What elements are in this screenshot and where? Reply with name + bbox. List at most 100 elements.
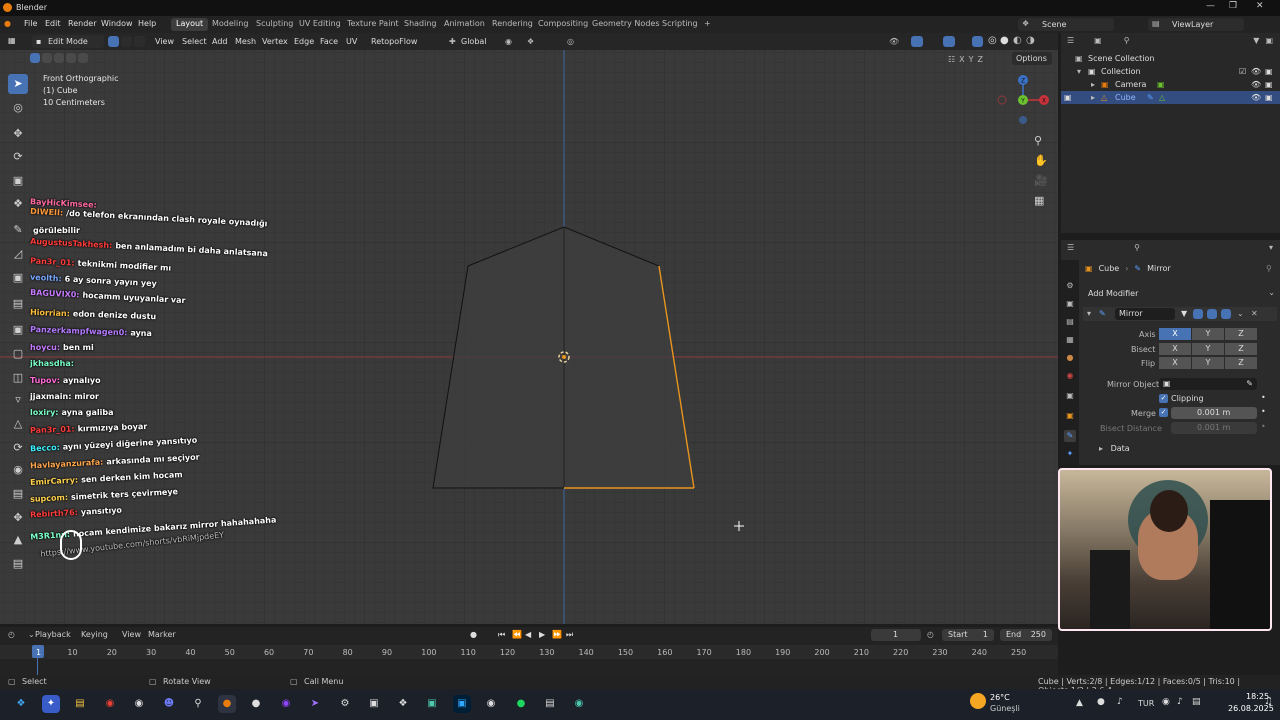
orientation-dropdown[interactable]: Global — [461, 37, 487, 46]
menu-select[interactable]: Select — [182, 37, 207, 46]
edit-cage-icon[interactable]: ▼ — [1181, 309, 1187, 318]
outliner-editor-icon[interactable]: ☰ — [1067, 36, 1074, 45]
options-dropdown[interactable]: Options — [1012, 52, 1052, 65]
blender-menu-icon[interactable]: ● — [4, 19, 11, 28]
edge-slide-tool-icon[interactable]: ▤ — [8, 484, 28, 504]
merge-distance-field[interactable]: 0.001 m — [1171, 407, 1257, 419]
material-shading-icon[interactable]: ◐ — [1013, 35, 1022, 46]
battery-icon[interactable]: ▤ — [1192, 697, 1201, 707]
poly-build-tool-icon[interactable]: △ — [8, 414, 28, 434]
app-icon-7[interactable]: ⚲ — [189, 695, 207, 713]
tab-geometry-nodes[interactable]: Geometry Nodes — [587, 18, 664, 31]
extrude-tool-icon[interactable]: ▤ — [8, 294, 28, 314]
expand-cube-icon[interactable]: ▸ — [1091, 93, 1095, 102]
notion-icon[interactable]: ▣ — [365, 695, 383, 713]
scene-selector[interactable]: ❖ Scene — [1018, 18, 1114, 31]
weather-sun-icon[interactable] — [970, 693, 986, 709]
filter-icon[interactable]: ▼ — [1253, 36, 1259, 45]
scene-tab-icon[interactable]: ● — [1064, 352, 1076, 364]
bisect-x-toggle[interactable]: X — [1159, 343, 1191, 355]
tab-layout[interactable]: Layout — [171, 18, 209, 31]
menu-vertex[interactable]: Vertex — [262, 37, 288, 46]
smooth-tool-icon[interactable]: ◉ — [8, 460, 28, 480]
select-subtract-icon[interactable] — [54, 53, 64, 63]
pivot-icon[interactable]: ◉ — [505, 37, 512, 46]
move-tool-icon[interactable]: ✥ — [8, 124, 28, 144]
tray-app-icon[interactable]: ● — [1097, 697, 1105, 707]
jump-keyframe-forward-icon[interactable]: ⏩ — [552, 630, 562, 639]
bisect-y-toggle[interactable]: Y — [1192, 343, 1224, 355]
proportional-edit-icon[interactable]: ◎ — [567, 37, 574, 46]
annotate-tool-icon[interactable]: ✎ — [8, 220, 28, 240]
ortho-grid-icon[interactable]: ▦ — [1034, 191, 1048, 211]
select-extend-icon[interactable] — [42, 53, 52, 63]
close-icon[interactable]: ✕ — [1256, 1, 1264, 11]
face-select-icon[interactable] — [134, 36, 145, 47]
mirror-object-field[interactable]: ▣ ✎ — [1159, 378, 1257, 390]
tab-scripting[interactable]: Scripting — [657, 18, 703, 31]
chrome-icon[interactable]: ◉ — [101, 695, 119, 713]
pin-icon[interactable]: ⚲ — [1266, 264, 1272, 273]
clipping-checkbox[interactable]: ✓ — [1159, 394, 1168, 403]
menu-file[interactable]: File — [24, 19, 37, 28]
edge-select-icon[interactable] — [121, 36, 132, 47]
tool-tab-icon[interactable]: ⚙ — [1064, 280, 1076, 292]
rotate-tool-icon[interactable]: ⟳ — [8, 147, 28, 167]
object-tab-icon[interactable]: ▣ — [1064, 410, 1076, 422]
mode-selector[interactable]: ▪ Edit Mode — [32, 35, 104, 48]
current-frame-field[interactable]: 1 — [871, 629, 921, 641]
world-tab-icon[interactable]: ◉ — [1064, 370, 1076, 382]
app-icon-20[interactable]: ◉ — [570, 695, 588, 713]
cube-render-icon[interactable]: ▣ — [1265, 93, 1273, 102]
weather-temperature[interactable]: 26°C — [990, 693, 1010, 702]
tray-mic-icon[interactable]: ♪ — [1117, 697, 1123, 707]
bisect-z-toggle[interactable]: Z — [1225, 343, 1257, 355]
menu-view[interactable]: View — [155, 37, 174, 46]
tab-shading[interactable]: Shading — [399, 18, 442, 31]
menu-edge[interactable]: Edge — [294, 37, 314, 46]
zoom-icon[interactable]: ⚲ — [1034, 131, 1048, 151]
rendered-shading-icon[interactable]: ◑ — [1026, 35, 1035, 46]
collection-render-icon[interactable]: ▣ — [1265, 67, 1273, 76]
file-explorer-icon[interactable]: ▤ — [71, 695, 89, 713]
outliner-row-collection[interactable]: ▾ ▣ Collection ☑ 👁 ▣ — [1061, 65, 1280, 78]
flip-y-toggle[interactable]: Y — [1192, 357, 1224, 369]
eyedropper-icon[interactable]: ✎ — [1246, 379, 1253, 388]
view-layer-tab-icon[interactable]: ▦ — [1064, 334, 1076, 346]
modifier-remove-icon[interactable]: ✕ — [1251, 309, 1258, 318]
menu-uv[interactable]: UV — [346, 37, 357, 46]
transform-tool-icon[interactable]: ❖ — [8, 194, 28, 214]
add-workspace-button[interactable]: + — [699, 18, 716, 31]
xray-toggle-icon[interactable] — [972, 36, 983, 47]
view-layer-selector[interactable]: ▤ ViewLayer — [1148, 18, 1244, 31]
mirror-z-toggle[interactable]: Z — [978, 55, 983, 64]
visibility-icon[interactable]: 👁 — [889, 37, 899, 46]
render-toggle-icon[interactable] — [1221, 309, 1231, 319]
unreal-icon[interactable]: ● — [247, 695, 265, 713]
bisect-distance-field[interactable]: 0.001 m — [1171, 422, 1257, 434]
measure-tool-icon[interactable]: ◿ — [8, 244, 28, 264]
menu-face[interactable]: Face — [320, 37, 338, 46]
tab-animation[interactable]: Animation — [439, 18, 490, 31]
solid-shading-icon[interactable]: ● — [1000, 35, 1009, 46]
shear-tool-icon[interactable]: ▲ — [8, 530, 28, 550]
merge-keyframe-icon[interactable]: • — [1261, 407, 1266, 416]
obs-icon[interactable]: ◉ — [130, 695, 148, 713]
data-subpanel-header[interactable]: ▸ Data — [1099, 444, 1130, 453]
new-collection-icon[interactable]: ▣ — [1265, 36, 1273, 45]
outliner-search-icon[interactable]: ⚲ — [1124, 36, 1130, 45]
modifier-name-field[interactable]: Mirror — [1115, 308, 1175, 320]
axis-y-toggle[interactable]: Y — [1192, 328, 1224, 340]
render-tab-icon[interactable]: ▣ — [1064, 298, 1076, 310]
collection-checkbox-icon[interactable]: ☑ — [1239, 67, 1246, 76]
substance-icon[interactable]: ▣ — [423, 695, 441, 713]
outliner-row-camera[interactable]: ▸ ▣ Camera ▣ 👁 ▣ — [1061, 78, 1280, 91]
weather-description[interactable]: Güneşli — [990, 704, 1020, 713]
jump-keyframe-back-icon[interactable]: ⏪ — [512, 630, 522, 639]
select-box-tool-icon[interactable]: ➤ — [8, 74, 28, 94]
tab-sculpting[interactable]: Sculpting — [251, 18, 298, 31]
gizmo-toggle-icon[interactable] — [911, 36, 923, 47]
tray-chevron-icon[interactable]: ▲ — [1076, 698, 1083, 708]
particles-tab-icon[interactable]: ✦ — [1064, 448, 1076, 460]
jump-end-icon[interactable]: ⏭ — [566, 630, 573, 640]
